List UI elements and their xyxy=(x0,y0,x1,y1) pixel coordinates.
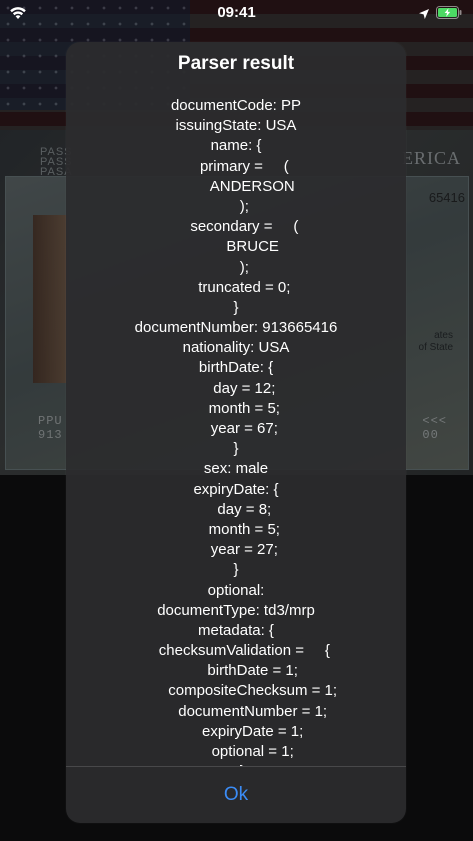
alert-message-line: documentNumber: 913665416 xyxy=(134,319,338,337)
alert-message-line: documentType: td3/mrp xyxy=(157,601,315,619)
alert-message-line: expiryDate: { xyxy=(193,480,279,498)
location-arrow-icon xyxy=(418,7,430,25)
alert-message-line: BRUCE xyxy=(193,238,279,256)
alert-message-line: documentNumber = 1; xyxy=(144,702,328,720)
parser-result-alert: Parser result documentCode: PP issuingSta… xyxy=(66,42,406,823)
alert-message-line: issuingState: USA xyxy=(175,117,297,135)
status-time: 09:41 xyxy=(217,4,256,21)
alert-message-line: day = 8; xyxy=(200,500,272,518)
alert-message-line: documentCode: PP xyxy=(170,97,302,114)
alert-message-line: } xyxy=(233,561,239,579)
alert-message-line: name: { xyxy=(210,137,262,155)
alert-message-line: optional = 1; xyxy=(178,743,294,760)
battery-charging-icon xyxy=(436,6,462,24)
alert-message-line: optional: xyxy=(207,581,265,599)
alert-message-line: } xyxy=(233,440,239,458)
alert-message-line: birthDate: { xyxy=(198,359,274,377)
alert-message-line: nationality: USA xyxy=(182,339,290,357)
alert-message-line: } xyxy=(233,298,239,316)
alert-message-line: year = 67; xyxy=(194,420,278,437)
alert-message-line: ANDERSON xyxy=(177,177,295,195)
alert-message-line: ); xyxy=(223,258,249,276)
alert-message-line: compositeChecksum = 1; xyxy=(134,682,338,700)
alert-message-line: metadata: { xyxy=(198,621,274,639)
alert-message-line: year = 27; xyxy=(194,541,278,559)
alert-message-line: month = 5; xyxy=(192,520,280,538)
alert-message-line: sex: male xyxy=(203,460,269,478)
alert-message-line: expiryDate = 1; xyxy=(168,722,304,740)
ok-button[interactable]: Ok xyxy=(66,767,406,823)
alert-message-line: primary = ( xyxy=(183,157,289,175)
alert-message-line: ); xyxy=(223,197,249,215)
alert-message-line: day = 12; xyxy=(196,379,276,397)
alert-message-line: birthDate = 1; xyxy=(174,662,298,680)
alert-message-line: truncated = 0; xyxy=(181,278,291,296)
alert-title: Parser result xyxy=(177,53,295,74)
alert-message[interactable]: documentCode: PP issuingState: USA name: {… xyxy=(66,96,406,766)
alert-message-line: secondary = ( xyxy=(173,218,299,236)
status-bar: 09:41 xyxy=(0,0,473,26)
alert-message-line: month = 5; xyxy=(192,399,280,417)
alert-message-line: checksumValidation = { xyxy=(142,642,330,660)
